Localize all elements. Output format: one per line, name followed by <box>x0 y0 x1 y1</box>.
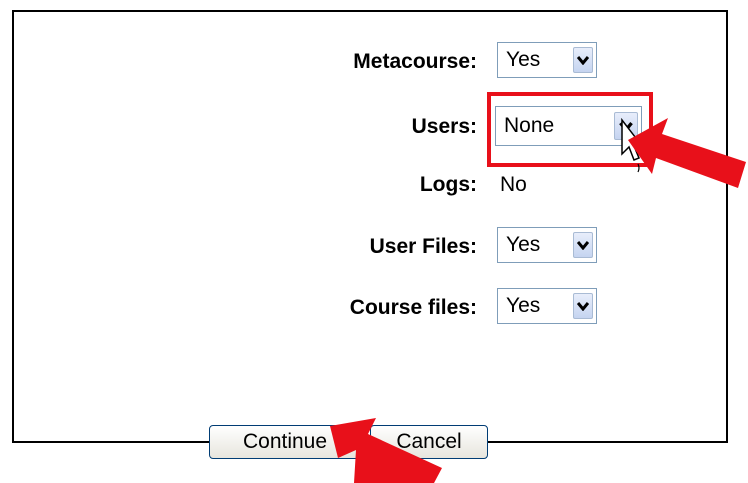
logs-value: No <box>500 173 527 196</box>
form-panel <box>12 10 728 443</box>
user-files-select[interactable]: Yes <box>497 227 597 263</box>
course-files-value: Yes <box>506 294 541 317</box>
red-arrow-icon <box>330 418 442 483</box>
user-files-value: Yes <box>506 233 541 256</box>
metacourse-value: Yes <box>506 48 541 71</box>
chevron-down-icon[interactable] <box>573 293 593 319</box>
chevron-down-icon[interactable] <box>573 232 593 258</box>
red-arrow-icon <box>628 118 746 188</box>
users-label: Users: <box>411 115 477 138</box>
chevron-down-icon[interactable] <box>573 47 593 73</box>
course-files-label: Course files: <box>349 296 477 319</box>
metacourse-label: Metacourse: <box>353 50 477 73</box>
user-files-label: User Files: <box>369 235 477 258</box>
course-files-select[interactable]: Yes <box>497 288 597 324</box>
logs-label: Logs: <box>419 173 477 196</box>
metacourse-select[interactable]: Yes <box>497 42 597 78</box>
